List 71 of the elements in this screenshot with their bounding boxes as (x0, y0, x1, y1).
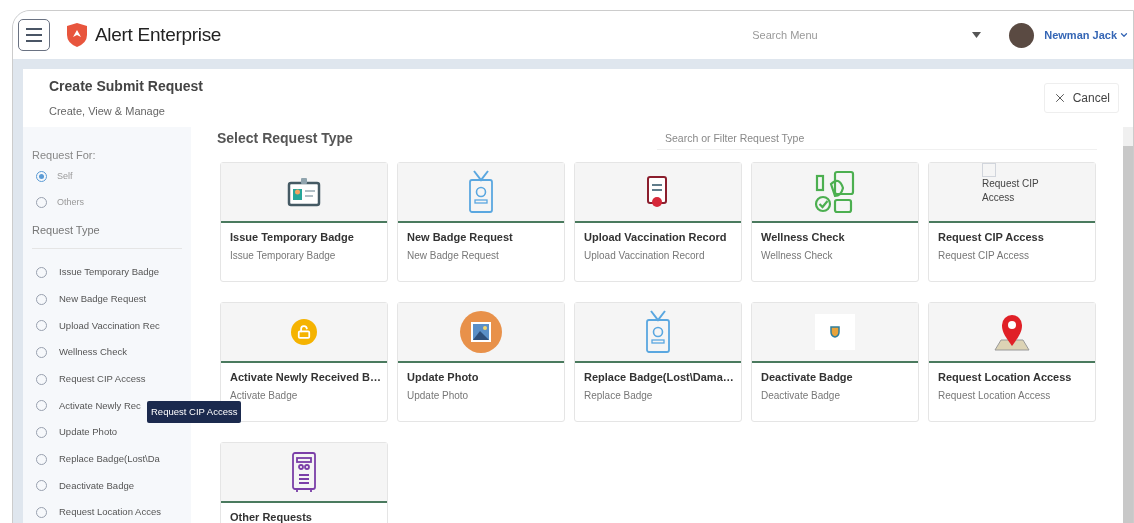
request-type-option[interactable]: Deactivate Badge (59, 478, 134, 493)
brand-name: Alert Enterprise (95, 22, 222, 47)
form-device-icon (291, 451, 317, 493)
wellness-check-icon (813, 170, 857, 214)
image-alt-text: Request CIP Access (982, 177, 1040, 205)
scrollbar[interactable] (1123, 127, 1133, 523)
request-type-option[interactable]: Request CIP Access (59, 371, 146, 387)
request-type-card[interactable]: Replace Badge(Lost\Dama… Replace Badge (574, 302, 742, 422)
request-type-option[interactable]: Update Photo (59, 425, 118, 440)
request-type-card[interactable]: Other Requests (220, 442, 388, 523)
card-title: Deactivate Badge (761, 370, 854, 385)
card-subtitle: Issue Temporary Badge (230, 248, 337, 263)
page-subtitle: Create, View & Manage (49, 104, 166, 120)
shield-logo-icon (66, 23, 88, 47)
request-type-card[interactable]: Wellness Check Wellness Check (751, 162, 919, 282)
shield-icon (815, 314, 855, 350)
dropdown-caret-icon (972, 32, 982, 38)
menu-button[interactable] (18, 19, 50, 51)
card-title: Request Location Access (938, 370, 1073, 385)
card-subtitle: Wellness Check (761, 248, 834, 263)
radio-label: Others (57, 195, 84, 209)
card-title: Request CIP Access (938, 230, 1045, 245)
card-title: Other Requests (230, 510, 313, 523)
request-type-card[interactable]: Upload Vaccination Record Upload Vaccination Record (574, 162, 742, 282)
card-subtitle: Replace Badge (584, 388, 654, 403)
card-title: Activate Newly Received B… (230, 370, 378, 385)
card-title: Upload Vaccination Record (584, 230, 728, 245)
card-subtitle: Request Location Access (938, 388, 1052, 403)
picture-icon (460, 311, 502, 353)
card-subtitle: Deactivate Badge (761, 388, 841, 403)
card-subtitle: Update Photo (407, 388, 470, 403)
card-title: Issue Temporary Badge (230, 230, 355, 245)
cancel-button[interactable]: Cancel (1043, 83, 1119, 113)
request-type-card[interactable]: Update Photo Update Photo (397, 302, 565, 422)
request-type-card[interactable]: Request CIP Access Request CIP Access Request CIP Access (928, 162, 1096, 282)
card-title: Update Photo (407, 370, 480, 385)
lanyard-badge-icon (644, 310, 672, 354)
request-type-option[interactable]: Activate Newly Rec (59, 398, 141, 413)
search-menu-field[interactable]: Search Menu (744, 20, 973, 50)
map-pin-icon (991, 312, 1033, 352)
filter-field[interactable]: Search or Filter Request Type (657, 126, 1097, 150)
card-title: New Badge Request (407, 230, 514, 245)
card-subtitle: New Badge Request (407, 248, 500, 263)
section-label: Request Type (32, 221, 182, 249)
caret-icon (1119, 30, 1129, 40)
user-menu-button[interactable]: Newman Jack (1044, 26, 1129, 44)
request-type-option[interactable]: Replace Badge(Lost\Da (59, 452, 160, 467)
lanyard-badge-icon (467, 170, 495, 214)
id-card-icon (287, 177, 321, 207)
request-type-option[interactable]: Issue Temporary Badge (59, 265, 160, 280)
section-title: Select Request Type (217, 128, 353, 148)
request-type-card[interactable]: Issue Temporary Badge Issue Temporary Badge (220, 162, 388, 282)
card-title: Replace Badge(Lost\Dama… (584, 370, 732, 385)
tooltip: Request CIP Access (147, 401, 242, 424)
request-type-option[interactable]: Upload Vaccination Rec (59, 318, 160, 333)
card-title: Wellness Check (761, 230, 846, 245)
card-subtitle: Activate Badge (230, 388, 299, 403)
radio-label: Self (57, 169, 73, 183)
card-subtitle: Request CIP Access (938, 248, 1030, 263)
card-subtitle: Upload Vaccination Record (584, 248, 706, 263)
request-type-option[interactable]: Wellness Check (59, 345, 127, 360)
user-avatar (1009, 22, 1035, 48)
request-type-option[interactable]: New Badge Request (59, 291, 147, 307)
request-type-card[interactable]: New Badge Request New Badge Request (397, 162, 565, 282)
request-type-option[interactable]: Request Location Acces (59, 505, 161, 520)
page-title: Create Submit Request (49, 77, 204, 97)
unlocked-padlock-icon (291, 319, 317, 345)
request-type-card[interactable]: Deactivate Badge Deactivate Badge (751, 302, 919, 422)
section-label: Request For: (32, 148, 97, 163)
broken-image-icon (982, 163, 996, 177)
request-type-card[interactable]: Request Location Access Request Location Access (928, 302, 1096, 422)
